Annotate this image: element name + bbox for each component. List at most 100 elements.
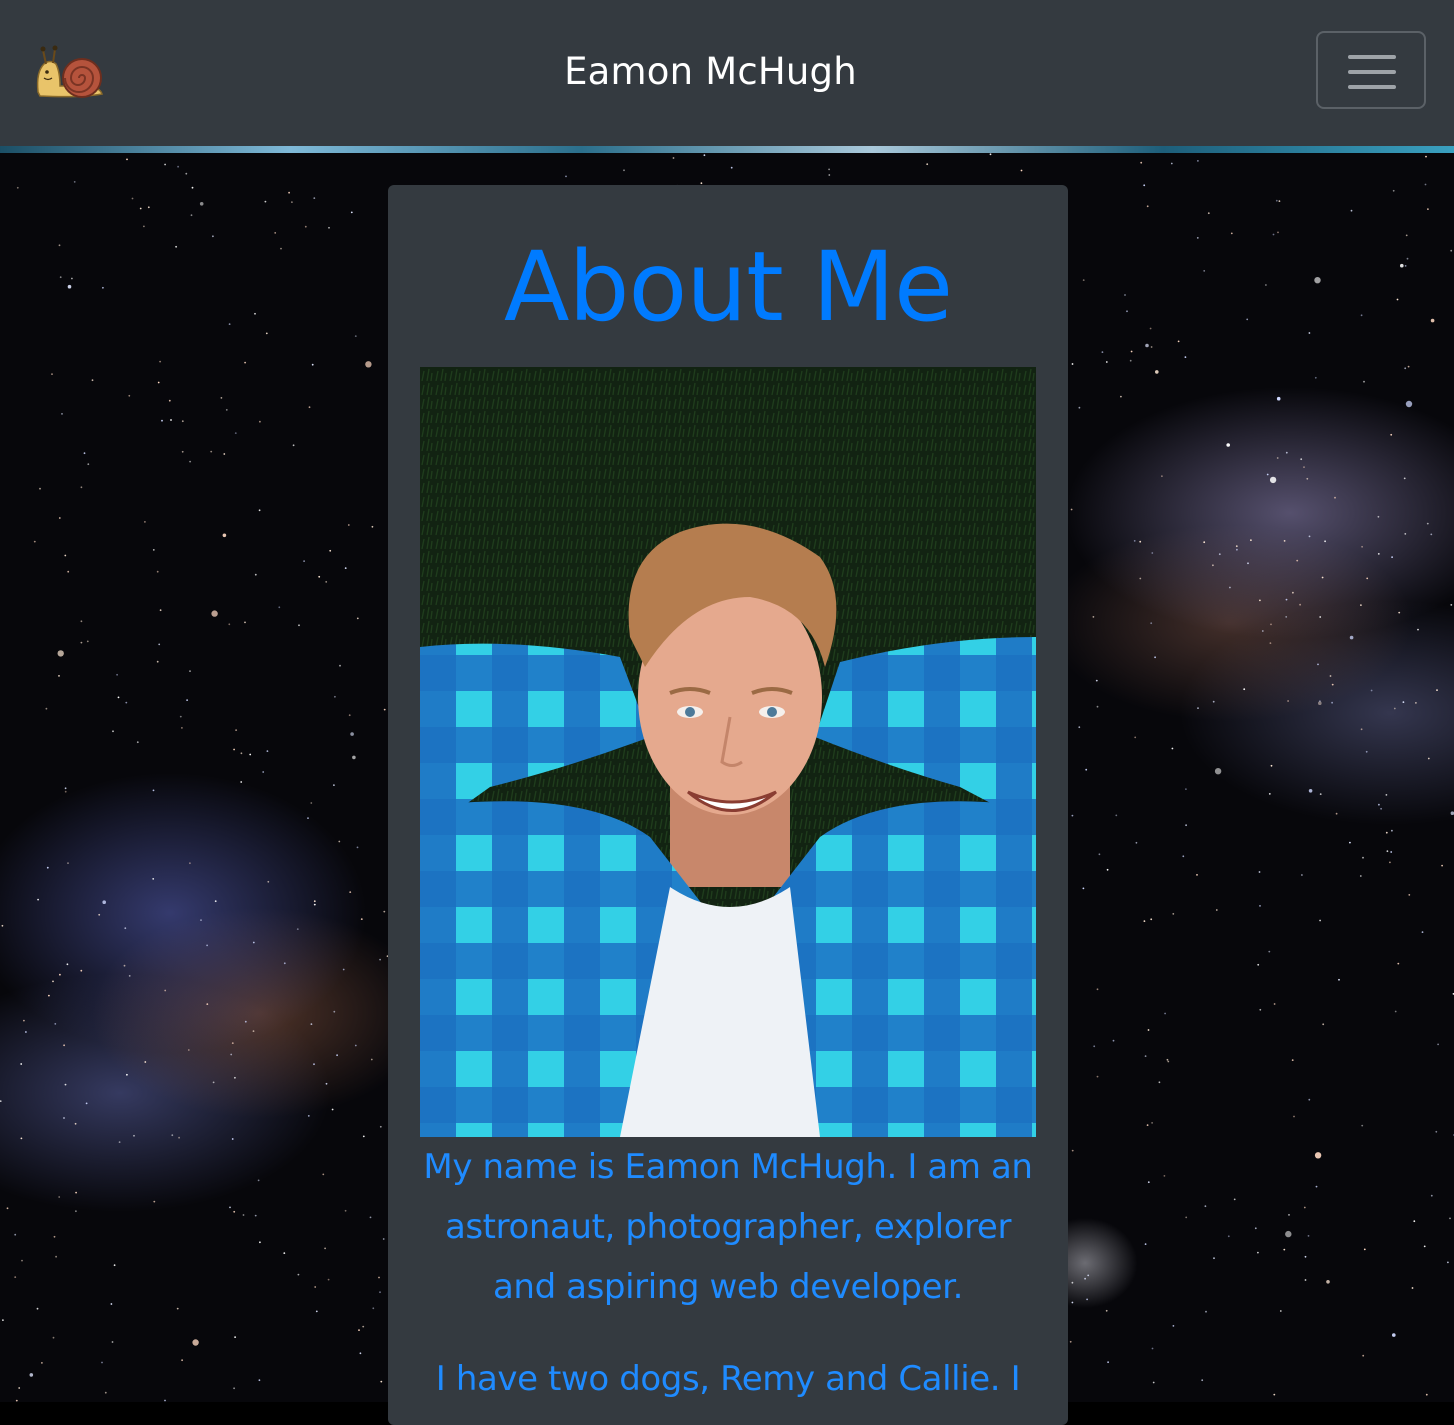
star	[1250, 539, 1252, 542]
star	[156, 570, 159, 573]
star	[189, 460, 192, 463]
star	[1126, 310, 1128, 313]
star	[1233, 1198, 1236, 1201]
star	[171, 1134, 174, 1137]
star	[1361, 545, 1363, 548]
star	[329, 549, 332, 552]
star	[1292, 591, 1294, 594]
star	[310, 1023, 313, 1025]
star	[258, 509, 261, 512]
star	[303, 560, 305, 562]
star	[327, 1278, 330, 1281]
star	[1158, 1081, 1161, 1084]
star	[1349, 635, 1354, 640]
star	[1273, 1393, 1276, 1396]
star	[1306, 477, 1309, 480]
star	[334, 695, 336, 698]
star	[1247, 562, 1249, 565]
star	[1069, 1340, 1072, 1343]
star	[67, 570, 70, 573]
star	[125, 701, 128, 704]
star	[249, 753, 252, 756]
star	[311, 363, 314, 366]
star	[244, 361, 247, 364]
star	[325, 581, 328, 583]
star	[315, 1310, 318, 1313]
star	[1366, 577, 1369, 580]
star	[1205, 1310, 1207, 1313]
star	[1331, 701, 1333, 704]
star	[1278, 200, 1281, 202]
star	[283, 1252, 286, 1254]
star	[324, 1247, 326, 1250]
star	[828, 168, 830, 171]
star	[1259, 905, 1261, 907]
star	[131, 197, 134, 200]
navbar-toggler-button[interactable]	[1316, 31, 1426, 109]
star	[63, 1044, 65, 1047]
star	[144, 1061, 147, 1063]
star	[1078, 726, 1081, 729]
star	[18, 1387, 21, 1389]
star	[347, 524, 350, 526]
star	[1377, 515, 1380, 518]
star	[1106, 868, 1109, 871]
star	[1230, 232, 1233, 235]
star	[354, 335, 357, 337]
star	[1417, 628, 1419, 631]
star	[1, 924, 4, 927]
star	[1331, 683, 1334, 686]
star	[264, 200, 267, 203]
star	[1147, 1029, 1150, 1031]
star	[85, 1102, 88, 1105]
star	[158, 643, 161, 646]
star	[1450, 604, 1453, 606]
star	[313, 900, 316, 903]
star	[1167, 1060, 1170, 1063]
star	[1246, 318, 1249, 321]
star	[153, 1200, 156, 1203]
star	[1308, 332, 1311, 334]
star	[116, 673, 118, 676]
star	[1107, 1361, 1109, 1364]
star	[1196, 237, 1199, 239]
star	[1430, 533, 1433, 536]
star	[235, 729, 238, 731]
star	[1261, 630, 1264, 632]
star	[1321, 576, 1324, 579]
star	[111, 1341, 114, 1343]
star	[1196, 874, 1198, 876]
star	[266, 750, 269, 752]
star	[144, 521, 146, 523]
star	[1254, 1227, 1257, 1230]
brand-title[interactable]: Eamon McHugh	[0, 46, 1421, 98]
profile-photo	[420, 367, 1036, 1137]
star	[354, 1044, 357, 1047]
star	[359, 1352, 362, 1355]
star	[1265, 284, 1267, 286]
star	[1285, 616, 1288, 618]
star	[59, 276, 62, 279]
star	[296, 928, 299, 930]
star	[48, 994, 50, 997]
star	[177, 165, 180, 168]
star	[1423, 1245, 1426, 1248]
star	[1447, 1261, 1449, 1264]
star	[1095, 679, 1098, 682]
star	[1430, 1194, 1433, 1197]
star	[565, 175, 567, 178]
star	[333, 1010, 336, 1013]
star	[1140, 161, 1143, 164]
star	[1326, 1280, 1330, 1284]
star	[1139, 577, 1142, 580]
star	[1314, 1152, 1322, 1159]
star	[672, 157, 675, 159]
star	[1101, 351, 1104, 353]
star	[1389, 861, 1391, 864]
star	[1112, 1039, 1115, 1042]
star	[356, 617, 359, 620]
star	[1150, 346, 1153, 348]
star	[1450, 811, 1454, 815]
star	[1084, 1277, 1086, 1280]
star	[1185, 824, 1187, 827]
